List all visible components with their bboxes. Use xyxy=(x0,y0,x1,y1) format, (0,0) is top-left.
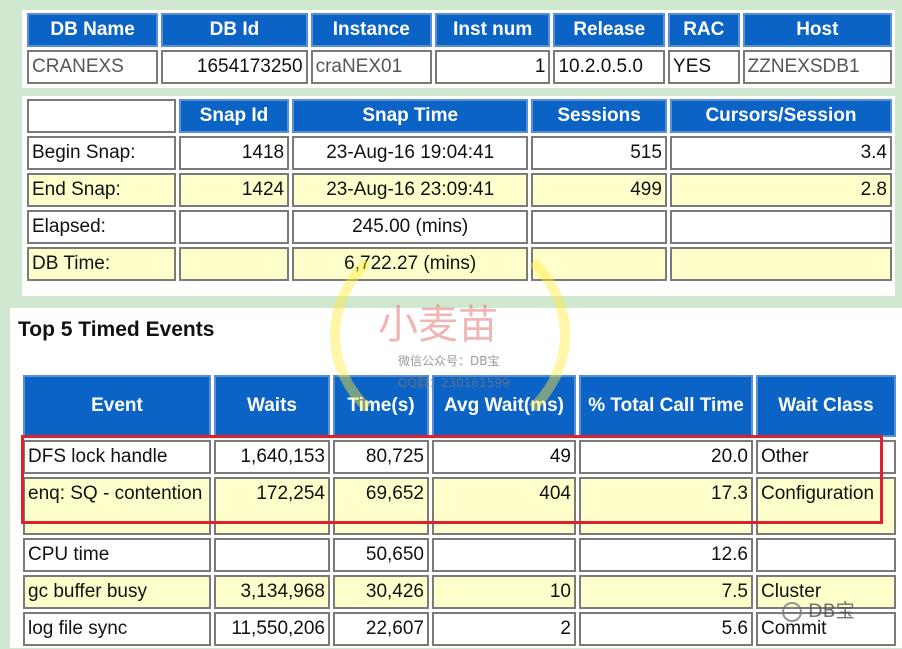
col-snap-id: Snap Id xyxy=(178,99,290,133)
event-pct: 17.3 xyxy=(579,477,753,535)
event-row: CPU time 50,650 12.6 xyxy=(23,538,896,572)
snap-sessions: 515 xyxy=(531,136,667,170)
snap-time: 23-Aug-16 23:09:41 xyxy=(292,173,529,207)
snap-cursors xyxy=(669,247,892,281)
snap-row: End Snap: 1424 23-Aug-16 23:09:41 499 2.… xyxy=(27,173,892,207)
snap-id: 1418 xyxy=(178,136,290,170)
snap-header-row: Snap Id Snap Time Sessions Cursors/Sessi… xyxy=(27,99,892,133)
event-class xyxy=(756,538,896,572)
event-pct: 5.6 xyxy=(579,612,753,646)
snap-row: Elapsed: 245.00 (mins) xyxy=(27,210,892,244)
snap-cursors xyxy=(669,210,892,244)
event-waits: 1,640,153 xyxy=(214,440,330,474)
event-waits xyxy=(214,538,330,572)
snap-sessions xyxy=(531,247,667,281)
event-time: 50,650 xyxy=(333,538,429,572)
event-avg-wait: 10 xyxy=(432,575,576,609)
db-info-header-row: DB Name DB Id Instance Inst num Release … xyxy=(27,13,892,47)
snap-info-table: Snap Id Snap Time Sessions Cursors/Sessi… xyxy=(24,96,895,284)
snap-id: 1424 xyxy=(178,173,290,207)
event-row: enq: SQ - contention 172,254 69,652 404 … xyxy=(23,477,896,535)
snap-cursors: 2.8 xyxy=(669,173,892,207)
top-events-table: Event Waits Time(s) Avg Wait(ms) % Total… xyxy=(20,372,899,649)
event-row: log file sync 11,550,206 22,607 2 5.6 Co… xyxy=(23,612,896,646)
event-class: Other xyxy=(756,440,896,474)
event-name: log file sync xyxy=(23,612,211,646)
snap-sessions xyxy=(531,210,667,244)
badge-label: DB宝 xyxy=(808,600,855,622)
rac-value: YES xyxy=(668,50,740,84)
event-class: Configuration xyxy=(756,477,896,535)
snap-id xyxy=(178,247,290,281)
col-waits: Waits xyxy=(214,375,330,437)
col-time: Time(s) xyxy=(333,375,429,437)
inst-num-value: 1 xyxy=(434,50,551,84)
event-pct: 7.5 xyxy=(579,575,753,609)
snap-label: Elapsed: xyxy=(27,210,176,244)
top-events-title: Top 5 Timed Events xyxy=(18,318,215,341)
event-time: 80,725 xyxy=(333,440,429,474)
snap-label: DB Time: xyxy=(27,247,176,281)
col-release: Release xyxy=(553,13,666,47)
db-info-table: DB Name DB Id Instance Inst num Release … xyxy=(24,10,895,87)
col-event: Event xyxy=(23,375,211,437)
event-time: 22,607 xyxy=(333,612,429,646)
snap-label: Begin Snap: xyxy=(27,136,176,170)
col-db-id: DB Id xyxy=(161,13,308,47)
event-time: 30,426 xyxy=(333,575,429,609)
events-header-row: Event Waits Time(s) Avg Wait(ms) % Total… xyxy=(23,375,896,437)
col-host: Host xyxy=(742,13,892,47)
event-name: CPU time xyxy=(23,538,211,572)
event-avg-wait: 49 xyxy=(432,440,576,474)
event-pct: 12.6 xyxy=(579,538,753,572)
snap-id xyxy=(178,210,290,244)
host-value: ZZNEXSDB1 xyxy=(742,50,892,84)
db-name-value: CRANEXS xyxy=(27,50,159,84)
event-waits: 172,254 xyxy=(214,477,330,535)
watermark-badge: DB宝 xyxy=(782,596,855,623)
event-avg-wait xyxy=(432,538,576,572)
col-wait-class: Wait Class xyxy=(756,375,896,437)
col-pct-call-time: % Total Call Time xyxy=(579,375,753,437)
col-avg-wait: Avg Wait(ms) xyxy=(432,375,576,437)
event-row: DFS lock handle 1,640,153 80,725 49 20.0… xyxy=(23,440,896,474)
wechat-icon xyxy=(782,601,802,622)
release-value: 10.2.0.5.0 xyxy=(553,50,666,84)
snap-time: 6,722.27 (mins) xyxy=(292,247,529,281)
col-cursors-session: Cursors/Session xyxy=(669,99,892,133)
event-avg-wait: 2 xyxy=(432,612,576,646)
col-db-name: DB Name xyxy=(27,13,159,47)
snap-row: DB Time: 6,722.27 (mins) xyxy=(27,247,892,281)
event-waits: 3,134,968 xyxy=(214,575,330,609)
col-instance: Instance xyxy=(310,13,432,47)
snap-corner-cell xyxy=(27,99,176,133)
col-snap-time: Snap Time xyxy=(292,99,529,133)
event-pct: 20.0 xyxy=(579,440,753,474)
event-time: 69,652 xyxy=(333,477,429,535)
instance-value: craNEX01 xyxy=(310,50,432,84)
col-rac: RAC xyxy=(668,13,740,47)
snap-cursors: 3.4 xyxy=(669,136,892,170)
db-id-value: 1654173250 xyxy=(161,50,308,84)
db-info-panel: DB Name DB Id Instance Inst num Release … xyxy=(22,10,895,88)
col-sessions: Sessions xyxy=(531,99,667,133)
event-avg-wait: 404 xyxy=(432,477,576,535)
event-waits: 11,550,206 xyxy=(214,612,330,646)
snap-info-panel: Snap Id Snap Time Sessions Cursors/Sessi… xyxy=(22,96,895,296)
db-info-row: CRANEXS 1654173250 craNEX01 1 10.2.0.5.0… xyxy=(27,50,892,84)
event-name: DFS lock handle xyxy=(23,440,211,474)
col-inst-num: Inst num xyxy=(434,13,551,47)
snap-time: 23-Aug-16 19:04:41 xyxy=(292,136,529,170)
event-name: enq: SQ - contention xyxy=(23,477,211,535)
snap-time: 245.00 (mins) xyxy=(292,210,529,244)
snap-row: Begin Snap: 1418 23-Aug-16 19:04:41 515 … xyxy=(27,136,892,170)
event-name: gc buffer busy xyxy=(23,575,211,609)
snap-label: End Snap: xyxy=(27,173,176,207)
snap-sessions: 499 xyxy=(531,173,667,207)
event-row: gc buffer busy 3,134,968 30,426 10 7.5 C… xyxy=(23,575,896,609)
